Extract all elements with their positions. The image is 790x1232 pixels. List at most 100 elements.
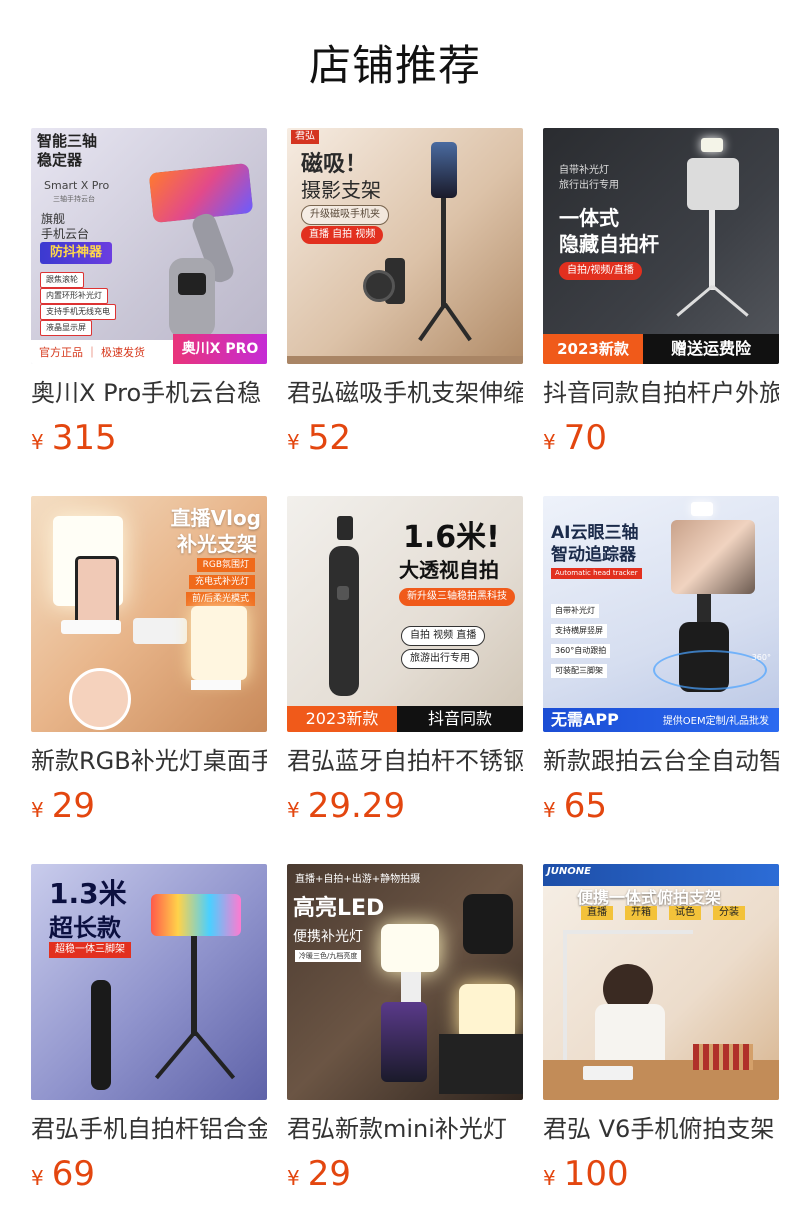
product-card[interactable]: 1.6米! 大透视自拍 新升级三轴稳拍黑科技 自拍 视频 直播 旅游出行专用 2… (287, 496, 523, 828)
product-name[interactable]: 君弘磁吸手机支架伸缩 (287, 376, 523, 410)
brand-corner: 君弘 (291, 130, 319, 144)
section-title: 店铺推荐 (308, 41, 481, 90)
product-card[interactable]: JUNONE 便携一体式俯拍支架 直播 开箱 试色 分装 君弘 V6手机俯拍支架… (543, 864, 779, 1196)
feature-tag: 支持手机无线充电 (40, 304, 116, 320)
image-footer-badge: 赠送运费险 (643, 334, 779, 364)
price-value: 100 (563, 1154, 629, 1194)
currency-symbol: ¥ (31, 798, 44, 822)
product-price: ¥70 (543, 416, 779, 460)
product-card[interactable]: 智能三轴 稳定器 Smart X Pro 三轴手持云台 旗舰 手机云台 防抖神器… (31, 128, 267, 460)
image-footer-badge: 2023新款 (287, 706, 397, 732)
image-tag: 直播 (581, 906, 613, 920)
led-light-graphic (367, 884, 523, 1100)
feature-tag: 跟焦滚轮 (40, 272, 84, 288)
image-tag: 旅游出行专用 (401, 649, 479, 669)
product-name[interactable]: 君弘蓝牙自拍杆不锈钢 (287, 744, 523, 778)
currency-symbol: ¥ (543, 1166, 556, 1190)
product-name[interactable]: 君弘手机自拍杆铝合金 (31, 1112, 267, 1146)
product-image[interactable]: 自带补光灯 旅行出行专用 一体式 隐藏自拍杆 自拍/视频/直播 2023新款 赠… (543, 128, 779, 364)
product-image[interactable]: 1.3米 超长款 超稳一体三脚架 (31, 864, 267, 1100)
image-tag: 开箱 (625, 906, 657, 920)
image-headline: 便携补光灯 (293, 929, 363, 945)
product-card[interactable]: AI云眼三轴 智动追踪器 Automatic head tracker 自带补光… (543, 496, 779, 828)
price-value: 29.29 (307, 786, 406, 826)
product-card[interactable]: 君弘 磁吸！ 摄影支架 升级磁吸手机夹 直播 自拍 视频 君弘磁吸手机支架伸缩 … (287, 128, 523, 460)
product-image[interactable]: 直播Vlog 补光支架 RGB氛围灯 充电式补光灯 前/后柔光模式 (31, 496, 267, 732)
price-value: 70 (563, 418, 607, 458)
image-headline: 便携一体式俯拍支架 (577, 888, 722, 907)
price-value: 52 (307, 418, 351, 458)
image-tag: 新升级三轴稳拍黑科技 (399, 588, 515, 606)
image-tag: 冷暖三色/九档亮度 (295, 950, 362, 962)
image-footer-text: 提供OEM定制/礼品批发 (662, 716, 769, 727)
image-subtitle: 三轴手持云台 (53, 195, 95, 203)
image-headline: 大透视自拍 (399, 558, 499, 582)
feature-tag: 液晶显示屏 (40, 320, 92, 336)
image-headline: 一体式 (559, 206, 619, 230)
image-tag: 分装 (713, 906, 745, 920)
product-image[interactable]: 1.6米! 大透视自拍 新升级三轴稳拍黑科技 自拍 视频 直播 旅游出行专用 2… (287, 496, 523, 732)
image-tag: 自拍/视频/直播 (559, 262, 642, 280)
light-stand-graphic (41, 502, 261, 730)
rotation-label: 360° (751, 653, 771, 662)
image-footer-badge: 抖音同款 (397, 706, 523, 732)
product-image[interactable]: JUNONE 便携一体式俯拍支架 直播 开箱 试色 分装 (543, 864, 779, 1100)
product-price: ¥315 (31, 416, 267, 460)
price-value: 315 (51, 418, 117, 458)
overhead-stand-graphic (543, 924, 779, 1100)
image-headline: 稳定器 (37, 151, 83, 169)
image-badge: 防抖神器 (40, 242, 112, 264)
image-tag: 试色 (669, 906, 701, 920)
gimbal-device-graphic (141, 158, 261, 338)
image-footer-text: 官方正品 ｜ 极速发货 (39, 346, 145, 359)
product-card[interactable]: 自带补光灯 旅行出行专用 一体式 隐藏自拍杆 自拍/视频/直播 2023新款 赠… (543, 128, 779, 460)
tripod-graphic (363, 138, 517, 358)
image-headline: 智动追踪器 (551, 545, 636, 565)
product-image[interactable]: AI云眼三轴 智动追踪器 Automatic head tracker 自带补光… (543, 496, 779, 732)
image-footer-badge: 奥川X PRO (173, 334, 267, 364)
currency-symbol: ¥ (31, 1166, 44, 1190)
product-name[interactable]: 君弘 V6手机俯拍支架 (543, 1112, 779, 1146)
currency-symbol: ¥ (287, 1166, 300, 1190)
currency-symbol: ¥ (287, 798, 300, 822)
price-value: 29 (51, 786, 95, 826)
product-image[interactable]: 君弘 磁吸！ 摄影支架 升级磁吸手机夹 直播 自拍 视频 (287, 128, 523, 364)
product-card[interactable]: 直播Vlog 补光支架 RGB氛围灯 充电式补光灯 前/后柔光模式 新款RGB补… (31, 496, 267, 828)
product-price: ¥100 (543, 1152, 779, 1196)
currency-symbol: ¥ (543, 430, 556, 454)
product-name[interactable]: 抖音同款自拍杆户外旅 (543, 376, 779, 410)
product-image[interactable]: 智能三轴 稳定器 Smart X Pro 三轴手持云台 旗舰 手机云台 防抖神器… (31, 128, 267, 364)
product-name[interactable]: 新款跟拍云台全自动智 (543, 744, 779, 778)
product-name[interactable]: 奥川X Pro手机云台稳 (31, 376, 267, 410)
currency-symbol: ¥ (543, 798, 556, 822)
product-price: ¥65 (543, 784, 779, 828)
image-subtitle: 旅行出行专用 (559, 180, 619, 191)
image-tag: 直播 自拍 视频 (301, 226, 384, 244)
product-price: ¥29 (287, 1152, 523, 1196)
feature-tag: 支持横屏竖屏 (551, 624, 607, 638)
image-subtitle: 直播+自拍+出游+静物拍摄 (295, 874, 421, 885)
currency-symbol: ¥ (31, 430, 44, 454)
product-price: ¥69 (31, 1152, 267, 1196)
product-name[interactable]: 君弘新款mini补光灯 (287, 1112, 523, 1146)
image-headline: 1.6米! (403, 520, 500, 555)
price-value: 69 (51, 1154, 95, 1194)
image-headline: 隐藏自拍杆 (559, 232, 659, 256)
product-card[interactable]: 1.3米 超长款 超稳一体三脚架 君弘手机自拍杆铝合金 ¥69 (31, 864, 267, 1196)
product-price: ¥29.29 (287, 784, 523, 828)
image-subtitle: 自带补光灯 (559, 165, 609, 176)
selfie-stick-graphic (669, 136, 779, 326)
product-price: ¥52 (287, 416, 523, 460)
currency-symbol: ¥ (287, 430, 300, 454)
product-name[interactable]: 新款RGB补光灯桌面手 (31, 744, 267, 778)
selfie-stick-graphic (307, 516, 387, 706)
feature-tag: 可装配三脚架 (551, 664, 607, 678)
feature-tag: 内置环形补光灯 (40, 288, 108, 304)
product-price: ¥29 (31, 784, 267, 828)
product-card[interactable]: 直播+自拍+出游+静物拍摄 高亮LED 便携补光灯 冷暖三色/九档亮度 君弘新款… (287, 864, 523, 1196)
brand-logo: JUNONE (547, 866, 591, 877)
image-subtitle: Smart X Pro (44, 179, 110, 192)
product-image[interactable]: 直播+自拍+出游+静物拍摄 高亮LED 便携补光灯 冷暖三色/九档亮度 (287, 864, 523, 1100)
feature-tag: 360°自动跟拍 (551, 644, 611, 658)
image-footer-badge: 2023新款 (543, 334, 643, 364)
